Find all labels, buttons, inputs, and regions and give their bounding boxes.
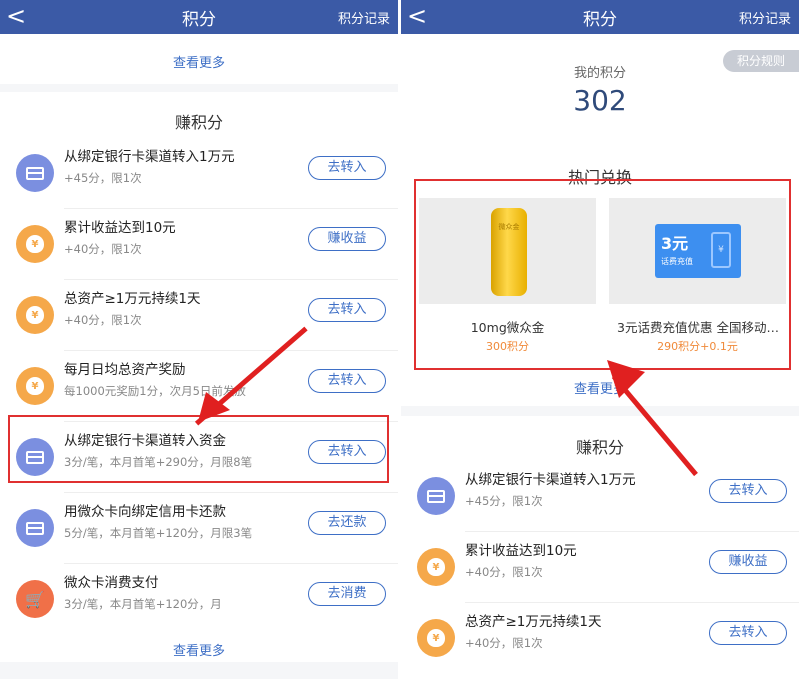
card-icon	[16, 509, 54, 547]
task-title: 用微众卡向绑定信用卡还款	[64, 504, 226, 520]
task-title: 总资产≥1万元持续1天	[64, 291, 201, 307]
task-subtitle: +40分，限1次	[465, 636, 543, 650]
money-bag-icon: ¥	[16, 367, 54, 405]
section-title: 赚积分	[174, 113, 223, 132]
task-subtitle: 3分/笔，本月首笔+120分，月	[64, 597, 222, 611]
card-icon	[417, 477, 455, 515]
task-subtitle: +40分，限1次	[465, 565, 543, 579]
task-action-button[interactable]: 去消费	[308, 582, 386, 606]
task-row: ¥ 总资产≥1万元持续1天 +40分，限1次 去转入	[0, 279, 398, 350]
my-points-value: 302	[573, 84, 627, 117]
task-action-button[interactable]: 去转入	[709, 479, 787, 503]
left-screen: < 积分 积分记录 查看更多 赚积分 从绑定银行卡渠道转入1万元 +45分，限1次…	[0, 0, 398, 679]
task-row: 🛒 微众卡消费支付 3分/笔，本月首笔+120分，月 去消费	[0, 563, 398, 634]
task-subtitle: +45分，限1次	[465, 494, 543, 508]
earn-points-card: 赚积分 从绑定银行卡渠道转入1万元 +45分，限1次 去转入 ¥ 累计收益达到10元 +4…	[401, 416, 799, 679]
task-title: 总资产≥1万元持续1天	[465, 614, 602, 630]
task-action-button[interactable]: 赚收益	[709, 550, 787, 574]
arrowhead-icon	[607, 360, 645, 398]
points-record-link[interactable]: 积分记录	[338, 8, 390, 27]
cart-icon: 🛒	[16, 580, 54, 618]
right-screen: < 积分 积分记录 我的积分 302 积分规则 热门兑换 微众金 3元 话费充值…	[401, 0, 799, 679]
earn-points-card: 赚积分 从绑定银行卡渠道转入1万元 +45分，限1次 去转入 ¥ 累计收益达到10元 +4…	[0, 92, 398, 662]
task-subtitle: +40分，限1次	[64, 313, 142, 327]
points-record-link[interactable]: 积分记录	[739, 8, 791, 27]
task-title: 累计收益达到10元	[465, 543, 577, 559]
task-subtitle: 5分/笔，本月首笔+120分，月限3笔	[64, 526, 253, 540]
nav-bar: < 积分 积分记录	[0, 0, 398, 34]
task-title: 从绑定银行卡渠道转入1万元	[64, 149, 235, 165]
money-bag-icon: ¥	[16, 225, 54, 263]
task-action-button[interactable]: 去转入	[308, 156, 386, 180]
task-row: ¥ 累计收益达到10元 +40分，限1次 赚收益	[401, 531, 799, 602]
task-action-button[interactable]: 去还款	[308, 511, 386, 535]
task-subtitle: +40分，限1次	[64, 242, 142, 256]
task-action-button[interactable]: 去转入	[308, 369, 386, 393]
card-icon	[16, 154, 54, 192]
task-title: 每月日均总资产奖励	[64, 362, 186, 378]
nav-bar: < 积分 积分记录	[401, 0, 799, 34]
task-title: 从绑定银行卡渠道转入1万元	[465, 472, 636, 488]
task-row: 从绑定银行卡渠道转入1万元 +45分，限1次 去转入	[0, 137, 398, 208]
task-action-button[interactable]: 去转入	[308, 298, 386, 322]
task-row: ¥ 累计收益达到10元 +40分，限1次 赚收益	[0, 208, 398, 279]
arrowhead-icon	[198, 392, 230, 422]
section-title: 赚积分	[575, 438, 624, 457]
task-action-button[interactable]: 赚收益	[308, 227, 386, 251]
task-title: 累计收益达到10元	[64, 220, 176, 236]
money-bag-icon: ¥	[16, 296, 54, 334]
view-more-link[interactable]: 查看更多	[0, 52, 398, 71]
points-rules-button[interactable]: 积分规则	[723, 50, 799, 72]
view-more-link[interactable]: 查看更多	[401, 378, 799, 397]
task-action-button[interactable]: 去转入	[709, 621, 787, 645]
task-row: 从绑定银行卡渠道转入1万元 +45分，限1次 去转入	[401, 460, 799, 531]
task-row: ¥ 总资产≥1万元持续1天 +40分，限1次 去转入	[401, 602, 799, 673]
task-subtitle: +45分，限1次	[64, 171, 142, 185]
task-title: 微众卡消费支付	[64, 575, 159, 591]
top-card: 查看更多	[0, 34, 398, 84]
money-bag-icon: ¥	[417, 548, 455, 586]
highlight-box	[414, 179, 791, 370]
task-row: 用微众卡向绑定信用卡还款 5分/笔，本月首笔+120分，月限3笔 去还款	[0, 492, 398, 563]
money-bag-icon: ¥	[417, 619, 455, 657]
view-more-link[interactable]: 查看更多	[0, 640, 398, 659]
